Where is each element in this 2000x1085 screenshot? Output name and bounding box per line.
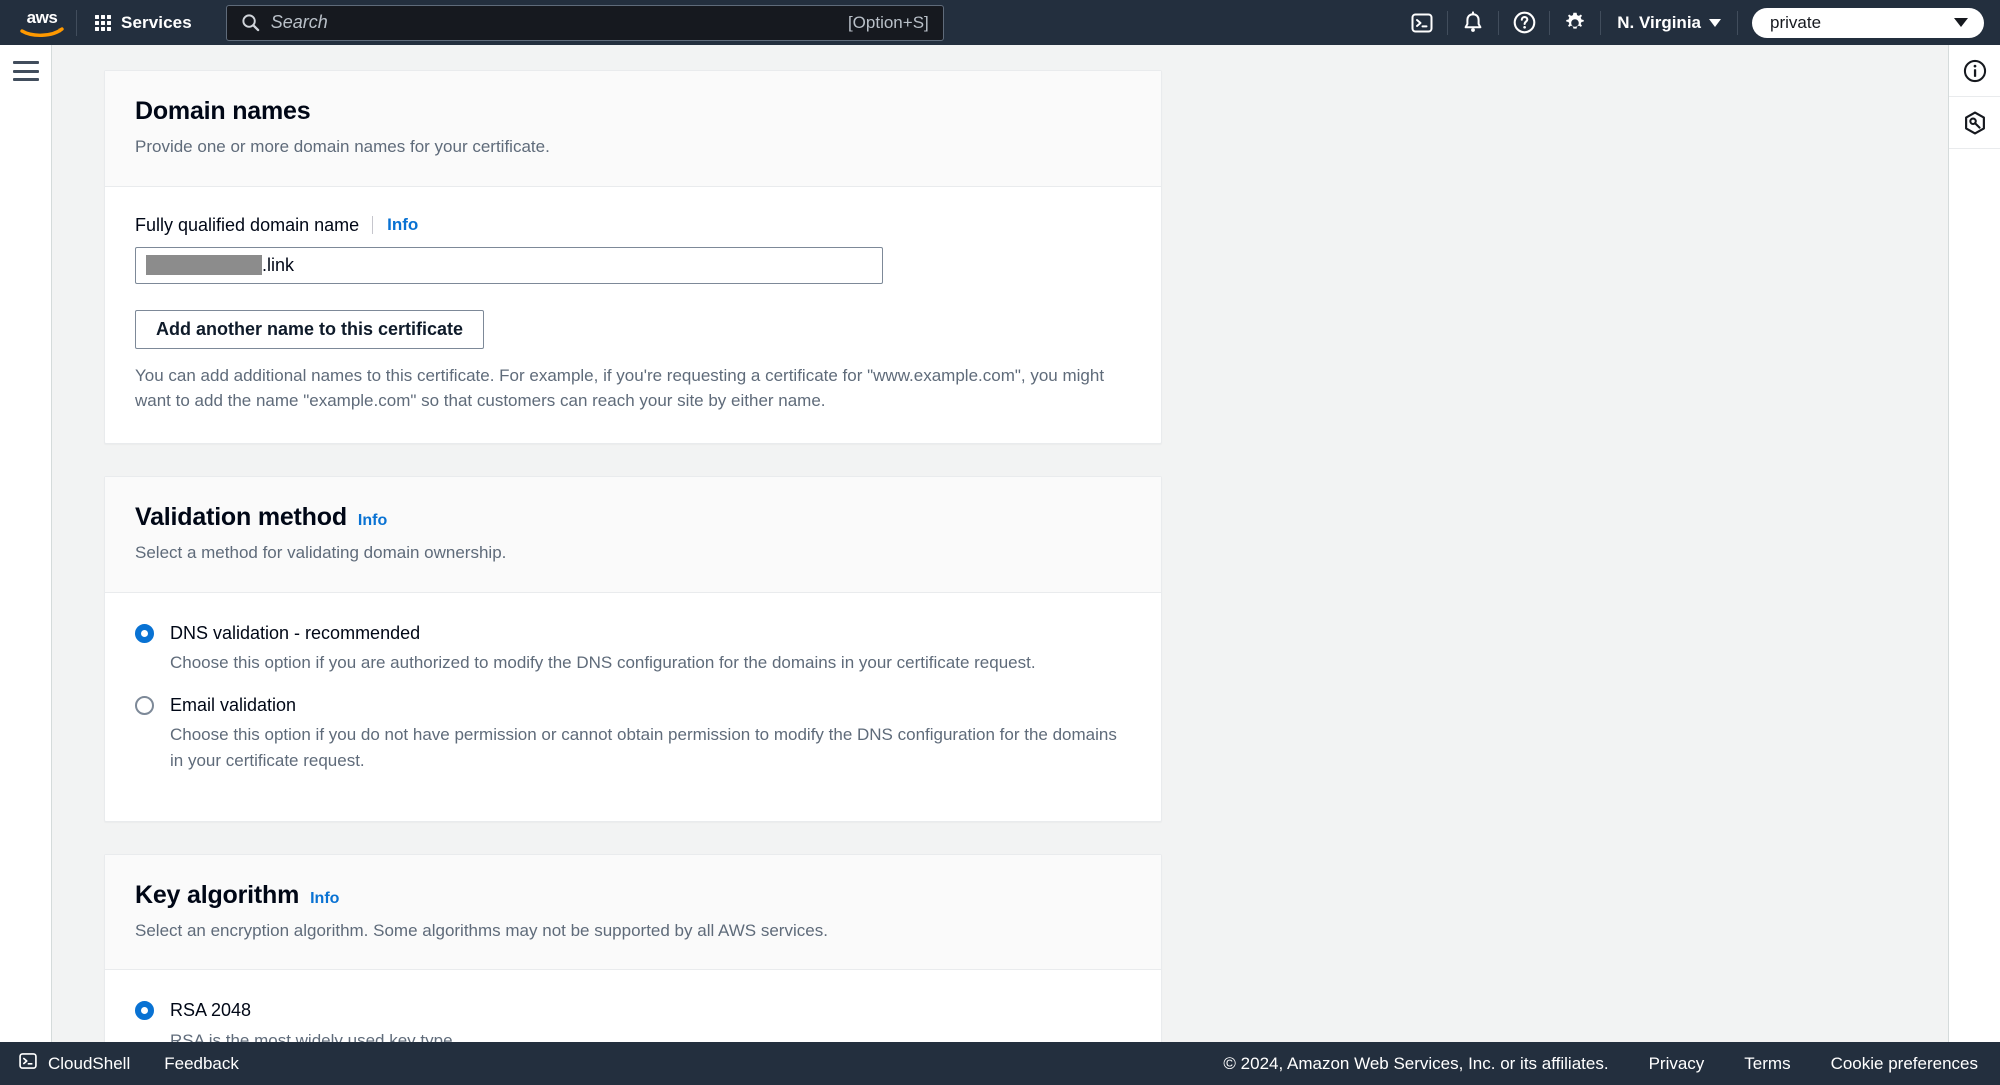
- radio-description: Choose this option if you do not have pe…: [170, 725, 1117, 770]
- aws-logo[interactable]: aws: [14, 6, 70, 40]
- radio-label: Email validation: [170, 695, 297, 716]
- account-name: private: [1770, 12, 1822, 32]
- app-body: Domain names Provide one or more domain …: [0, 45, 2000, 1042]
- key-algorithm-card: Key algorithm Info Select an encryption a…: [104, 853, 1162, 1042]
- page-title: Domain names: [135, 97, 311, 125]
- radio-description: RSA is the most widely used key type.: [170, 1030, 458, 1042]
- validation-method-info-link[interactable]: Info: [358, 512, 387, 530]
- radio-line[interactable]: Email validation: [135, 693, 1131, 717]
- radio-line[interactable]: DNS validation - recommended: [135, 621, 1131, 645]
- radio-button-icon[interactable]: [135, 1001, 154, 1021]
- key-algorithm-card-body: RSA 2048 RSA is the most widely used key…: [105, 970, 1161, 1042]
- domain-names-subtitle: Provide one or more domain names for you…: [135, 137, 550, 156]
- footer-right-group: © 2024, Amazon Web Services, Inc. or its…: [1223, 1054, 1978, 1074]
- footer-cloudshell-label: CloudShell: [48, 1053, 131, 1073]
- domain-names-card: Domain names Provide one or more domain …: [104, 70, 1162, 444]
- footer-left-group: CloudShell Feedback: [18, 1051, 239, 1076]
- certificate-hex-icon-button[interactable]: [1948, 97, 2000, 149]
- fqdn-input-suffix: .link: [262, 254, 295, 275]
- help-question-icon-button[interactable]: [1499, 0, 1549, 45]
- footer-privacy-link[interactable]: Privacy: [1649, 1054, 1705, 1074]
- right-tool-rail: [1948, 45, 2000, 1042]
- search-shortcut-hint: [Option+S]: [847, 12, 929, 32]
- content-inner: Domain names Provide one or more domain …: [52, 45, 1162, 1042]
- account-selector-dropdown[interactable]: private: [1752, 7, 1984, 38]
- validation-method-card: Validation method Info Select a method fo…: [104, 475, 1162, 822]
- radio-option-email-validation[interactable]: Email validation Choose this option if y…: [135, 693, 1131, 773]
- grid-icon: [95, 14, 111, 31]
- key-algorithm-info-link[interactable]: Info: [310, 890, 339, 908]
- search-bar[interactable]: Search [Option+S]: [225, 4, 944, 41]
- radio-label: DNS validation - recommended: [170, 622, 421, 643]
- footer-copyright: © 2024, Amazon Web Services, Inc. or its…: [1223, 1053, 1609, 1073]
- svg-text:aws: aws: [27, 8, 58, 27]
- top-navigation-bar: aws Services Search [Option+S] N. Virgin…: [0, 0, 2000, 45]
- region-label: N. Virginia: [1617, 12, 1701, 32]
- validation-method-subtitle: Select a method for validating domain ow…: [135, 542, 507, 562]
- key-algorithm-card-header: Key algorithm Info Select an encryption a…: [105, 854, 1161, 971]
- radio-line[interactable]: RSA 2048: [135, 998, 1131, 1022]
- fqdn-input[interactable]: .link: [135, 246, 883, 284]
- notifications-bell-icon-button[interactable]: [1448, 0, 1498, 45]
- footer-feedback-link[interactable]: Feedback: [164, 1054, 239, 1074]
- content-scroll-area[interactable]: Domain names Provide one or more domain …: [52, 45, 1948, 1042]
- validation-method-title: Validation method: [135, 502, 347, 531]
- fqdn-label-row: Fully qualified domain name Info: [135, 215, 1131, 236]
- domain-names-card-body: Fully qualified domain name Info .link A…: [105, 187, 1161, 443]
- search-input[interactable]: Search: [271, 12, 848, 33]
- nav-separator: [1737, 10, 1738, 35]
- label-divider: [372, 216, 374, 235]
- validation-method-card-header: Validation method Info Select a method fo…: [105, 476, 1161, 593]
- hamburger-menu-icon[interactable]: [12, 59, 39, 81]
- footer-cookie-preferences-link[interactable]: Cookie preferences: [1831, 1054, 1978, 1074]
- services-label: Services: [121, 12, 192, 32]
- key-algorithm-title: Key algorithm: [135, 880, 300, 909]
- radio-label: RSA 2048: [170, 1000, 252, 1021]
- fqdn-info-link[interactable]: Info: [387, 215, 418, 235]
- footer-terms-link[interactable]: Terms: [1744, 1054, 1790, 1074]
- footer-bar: CloudShell Feedback © 2024, Amazon Web S…: [0, 1042, 2000, 1085]
- info-panel-icon-button[interactable]: [1948, 45, 2000, 97]
- radio-button-icon[interactable]: [135, 696, 154, 716]
- left-navigation-rail: [0, 45, 52, 1042]
- nav-divider: [76, 9, 77, 36]
- region-selector[interactable]: N. Virginia: [1601, 5, 1737, 41]
- radio-button-icon[interactable]: [135, 623, 154, 643]
- services-menu-button[interactable]: Services: [83, 7, 204, 39]
- chevron-down-icon: [1954, 18, 1968, 27]
- chevron-down-icon: [1709, 18, 1721, 27]
- radio-description: Choose this option if you are authorized…: [170, 652, 1036, 672]
- cloudshell-icon-button[interactable]: [1397, 0, 1447, 45]
- validation-method-card-body: DNS validation - recommended Choose this…: [105, 593, 1161, 821]
- cloudshell-icon: [18, 1051, 38, 1076]
- redacted-value-block: [146, 255, 262, 276]
- domain-names-helper-text: You can add additional names to this cer…: [135, 365, 1105, 410]
- radio-option-rsa-2048[interactable]: RSA 2048 RSA is the most widely used key…: [135, 998, 1131, 1042]
- footer-cloudshell-button[interactable]: CloudShell: [18, 1051, 130, 1076]
- domain-names-card-header: Domain names Provide one or more domain …: [105, 71, 1161, 187]
- nav-right-group: N. Virginia private: [1397, 0, 2000, 45]
- search-icon: [241, 13, 260, 32]
- add-another-name-button[interactable]: Add another name to this certificate: [135, 309, 485, 349]
- settings-gear-icon-button[interactable]: [1550, 0, 1600, 45]
- key-algorithm-subtitle: Select an encryption algorithm. Some alg…: [135, 920, 828, 940]
- fqdn-label: Fully qualified domain name: [135, 214, 360, 235]
- radio-option-dns-validation[interactable]: DNS validation - recommended Choose this…: [135, 621, 1131, 675]
